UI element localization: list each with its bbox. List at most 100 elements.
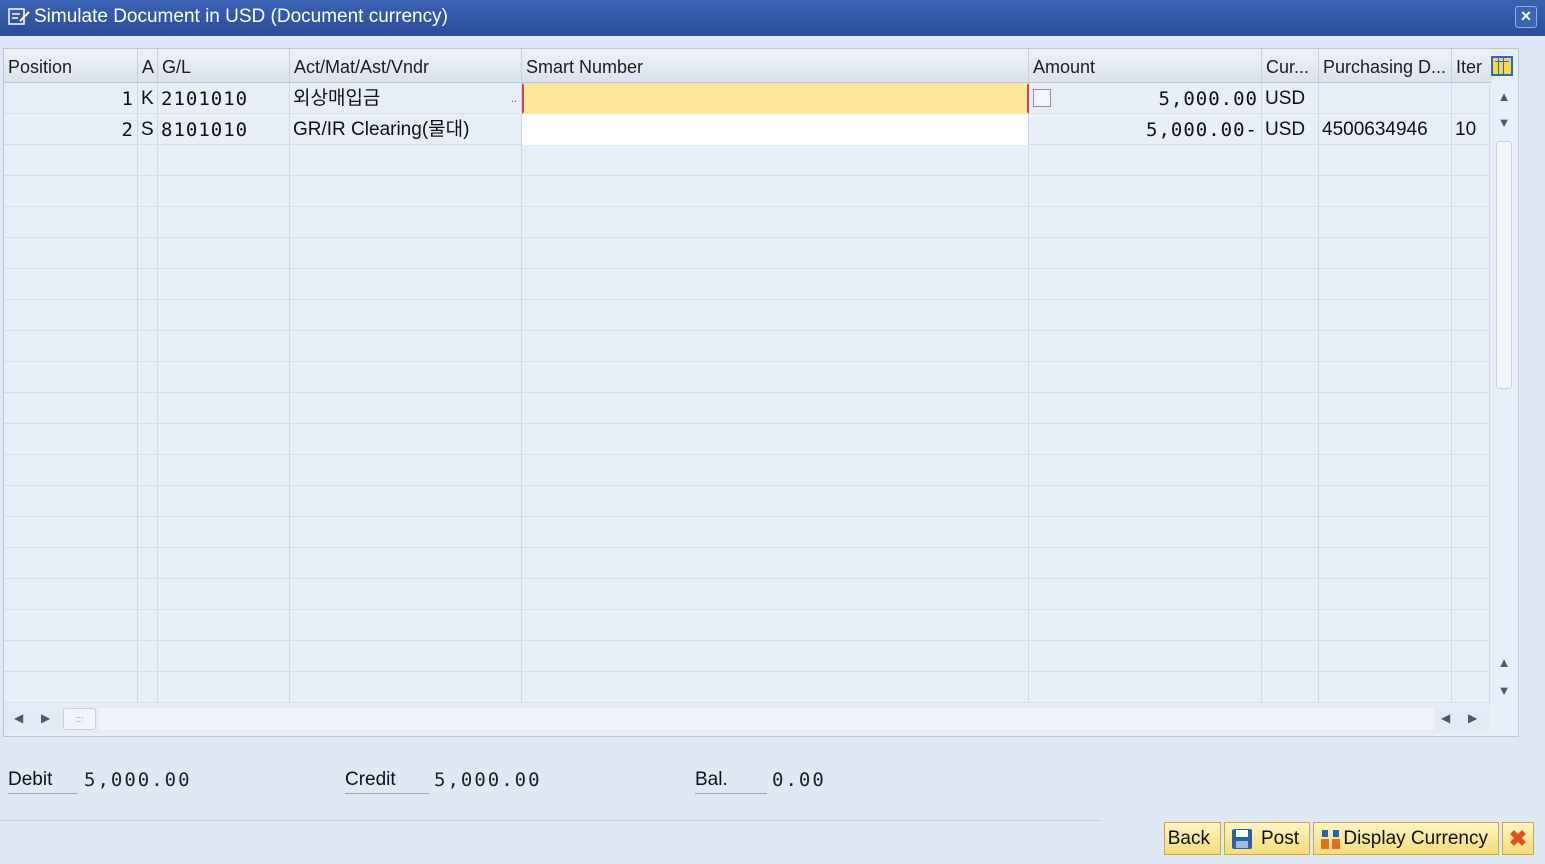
scroll-down-icon[interactable]: ▼ [1496, 115, 1512, 131]
cell-gl[interactable] [158, 207, 290, 238]
cell-cur[interactable] [1262, 610, 1319, 641]
cell-gl[interactable] [158, 331, 290, 362]
scroll-left-end-icon[interactable]: ◀ [1441, 711, 1450, 725]
cell-smart[interactable] [522, 331, 1029, 362]
cell-purch[interactable] [1319, 393, 1452, 424]
scroll-right-end-icon[interactable]: ▶ [1468, 711, 1477, 725]
cell-item[interactable] [1452, 238, 1490, 269]
table-row[interactable] [4, 455, 1490, 486]
cell-cur[interactable] [1262, 269, 1319, 300]
cell-purch[interactable] [1319, 238, 1452, 269]
table-row[interactable] [4, 517, 1490, 548]
cell-amount[interactable] [1029, 176, 1262, 207]
cell-act[interactable] [290, 579, 522, 610]
cell-amount[interactable]: 5,000.00- [1029, 114, 1262, 145]
horizontal-scrollbar[interactable]: ◀ ▶ ::: ◀ ▶ [4, 705, 1490, 733]
scroll-up-icon[interactable]: ▲ [1496, 89, 1512, 105]
table-row[interactable] [4, 269, 1490, 300]
cell-item[interactable] [1452, 610, 1490, 641]
cell-cur[interactable] [1262, 331, 1319, 362]
cell-position[interactable] [4, 362, 138, 393]
cell-a[interactable] [138, 269, 158, 300]
hscroll-thumb[interactable]: ::: [63, 708, 96, 730]
cell-smart[interactable] [522, 176, 1029, 207]
cell-smart[interactable] [522, 362, 1029, 393]
cell-position[interactable] [4, 610, 138, 641]
cell-act[interactable] [290, 176, 522, 207]
cell-cur[interactable] [1262, 641, 1319, 672]
cell-cur[interactable] [1262, 300, 1319, 331]
table-row[interactable] [4, 579, 1490, 610]
cell-act[interactable] [290, 517, 522, 548]
table-row[interactable] [4, 176, 1490, 207]
table-row[interactable] [4, 672, 1490, 703]
cell-act[interactable] [290, 331, 522, 362]
cell-a[interactable] [138, 300, 158, 331]
table-row[interactable]: 1 K 2101010 외상매입금.. 5,000.00 USD [4, 83, 1490, 114]
cell-item[interactable] [1452, 455, 1490, 486]
table-row[interactable] [4, 300, 1490, 331]
cell-item[interactable] [1452, 517, 1490, 548]
cell-amount[interactable] [1029, 238, 1262, 269]
cell-cur[interactable] [1262, 238, 1319, 269]
cell-act[interactable] [290, 300, 522, 331]
cell-position[interactable]: 1 [4, 83, 138, 114]
cell-position[interactable] [4, 486, 138, 517]
cell-amount[interactable] [1029, 300, 1262, 331]
back-button[interactable]: Back [1164, 822, 1221, 855]
hscroll-track[interactable] [99, 708, 1434, 730]
cell-purch[interactable] [1319, 517, 1452, 548]
cell-act[interactable] [290, 207, 522, 238]
cell-purch[interactable] [1319, 300, 1452, 331]
cell-amount[interactable] [1029, 269, 1262, 300]
cell-position[interactable] [4, 207, 138, 238]
cell-position[interactable] [4, 672, 138, 703]
scroll-right-icon[interactable]: ▶ [41, 711, 50, 725]
cell-smart[interactable] [522, 83, 1029, 114]
cell-a[interactable]: K [138, 83, 158, 114]
cell-amount[interactable] [1029, 517, 1262, 548]
cell-gl[interactable] [158, 393, 290, 424]
cell-gl[interactable] [158, 486, 290, 517]
table-row[interactable]: 2 S 8101010 GR/IR Clearing(물대) 5,000.00- USD 4… [4, 114, 1490, 145]
cell-gl[interactable] [158, 579, 290, 610]
cell-a[interactable] [138, 486, 158, 517]
cell-amount[interactable] [1029, 362, 1262, 393]
cell-cur[interactable] [1262, 548, 1319, 579]
cell-a[interactable] [138, 393, 158, 424]
cell-smart[interactable] [522, 610, 1029, 641]
cell-item[interactable] [1452, 83, 1490, 114]
cell-smart[interactable] [522, 455, 1029, 486]
cell-gl[interactable] [158, 424, 290, 455]
cell-item[interactable] [1452, 269, 1490, 300]
cell-cur[interactable] [1262, 176, 1319, 207]
table-row[interactable] [4, 641, 1490, 672]
column-layout-icon[interactable] [1491, 56, 1513, 76]
cell-a[interactable] [138, 641, 158, 672]
cell-a[interactable] [138, 145, 158, 176]
cell-a[interactable] [138, 207, 158, 238]
cell-position[interactable] [4, 424, 138, 455]
cell-act[interactable]: GR/IR Clearing(물대) [290, 114, 522, 145]
cell-amount[interactable] [1029, 331, 1262, 362]
cell-item[interactable] [1452, 176, 1490, 207]
cell-amount[interactable] [1029, 145, 1262, 176]
cell-gl[interactable] [158, 548, 290, 579]
cell-act[interactable]: 외상매입금.. [290, 83, 522, 114]
column-header-item[interactable]: Iter [1452, 49, 1492, 83]
cell-smart[interactable] [522, 238, 1029, 269]
copy-icon[interactable] [1033, 89, 1051, 107]
cell-purch[interactable] [1319, 610, 1452, 641]
cell-smart[interactable] [522, 672, 1029, 703]
cell-gl[interactable] [158, 269, 290, 300]
cell-item[interactable] [1452, 641, 1490, 672]
cell-cur[interactable] [1262, 207, 1319, 238]
cell-a[interactable] [138, 517, 158, 548]
cell-amount[interactable] [1029, 486, 1262, 517]
cell-amount[interactable] [1029, 207, 1262, 238]
cell-position[interactable] [4, 579, 138, 610]
cell-item[interactable] [1452, 393, 1490, 424]
cell-purch[interactable] [1319, 579, 1452, 610]
cell-cur[interactable]: USD [1262, 83, 1319, 114]
table-row[interactable] [4, 486, 1490, 517]
